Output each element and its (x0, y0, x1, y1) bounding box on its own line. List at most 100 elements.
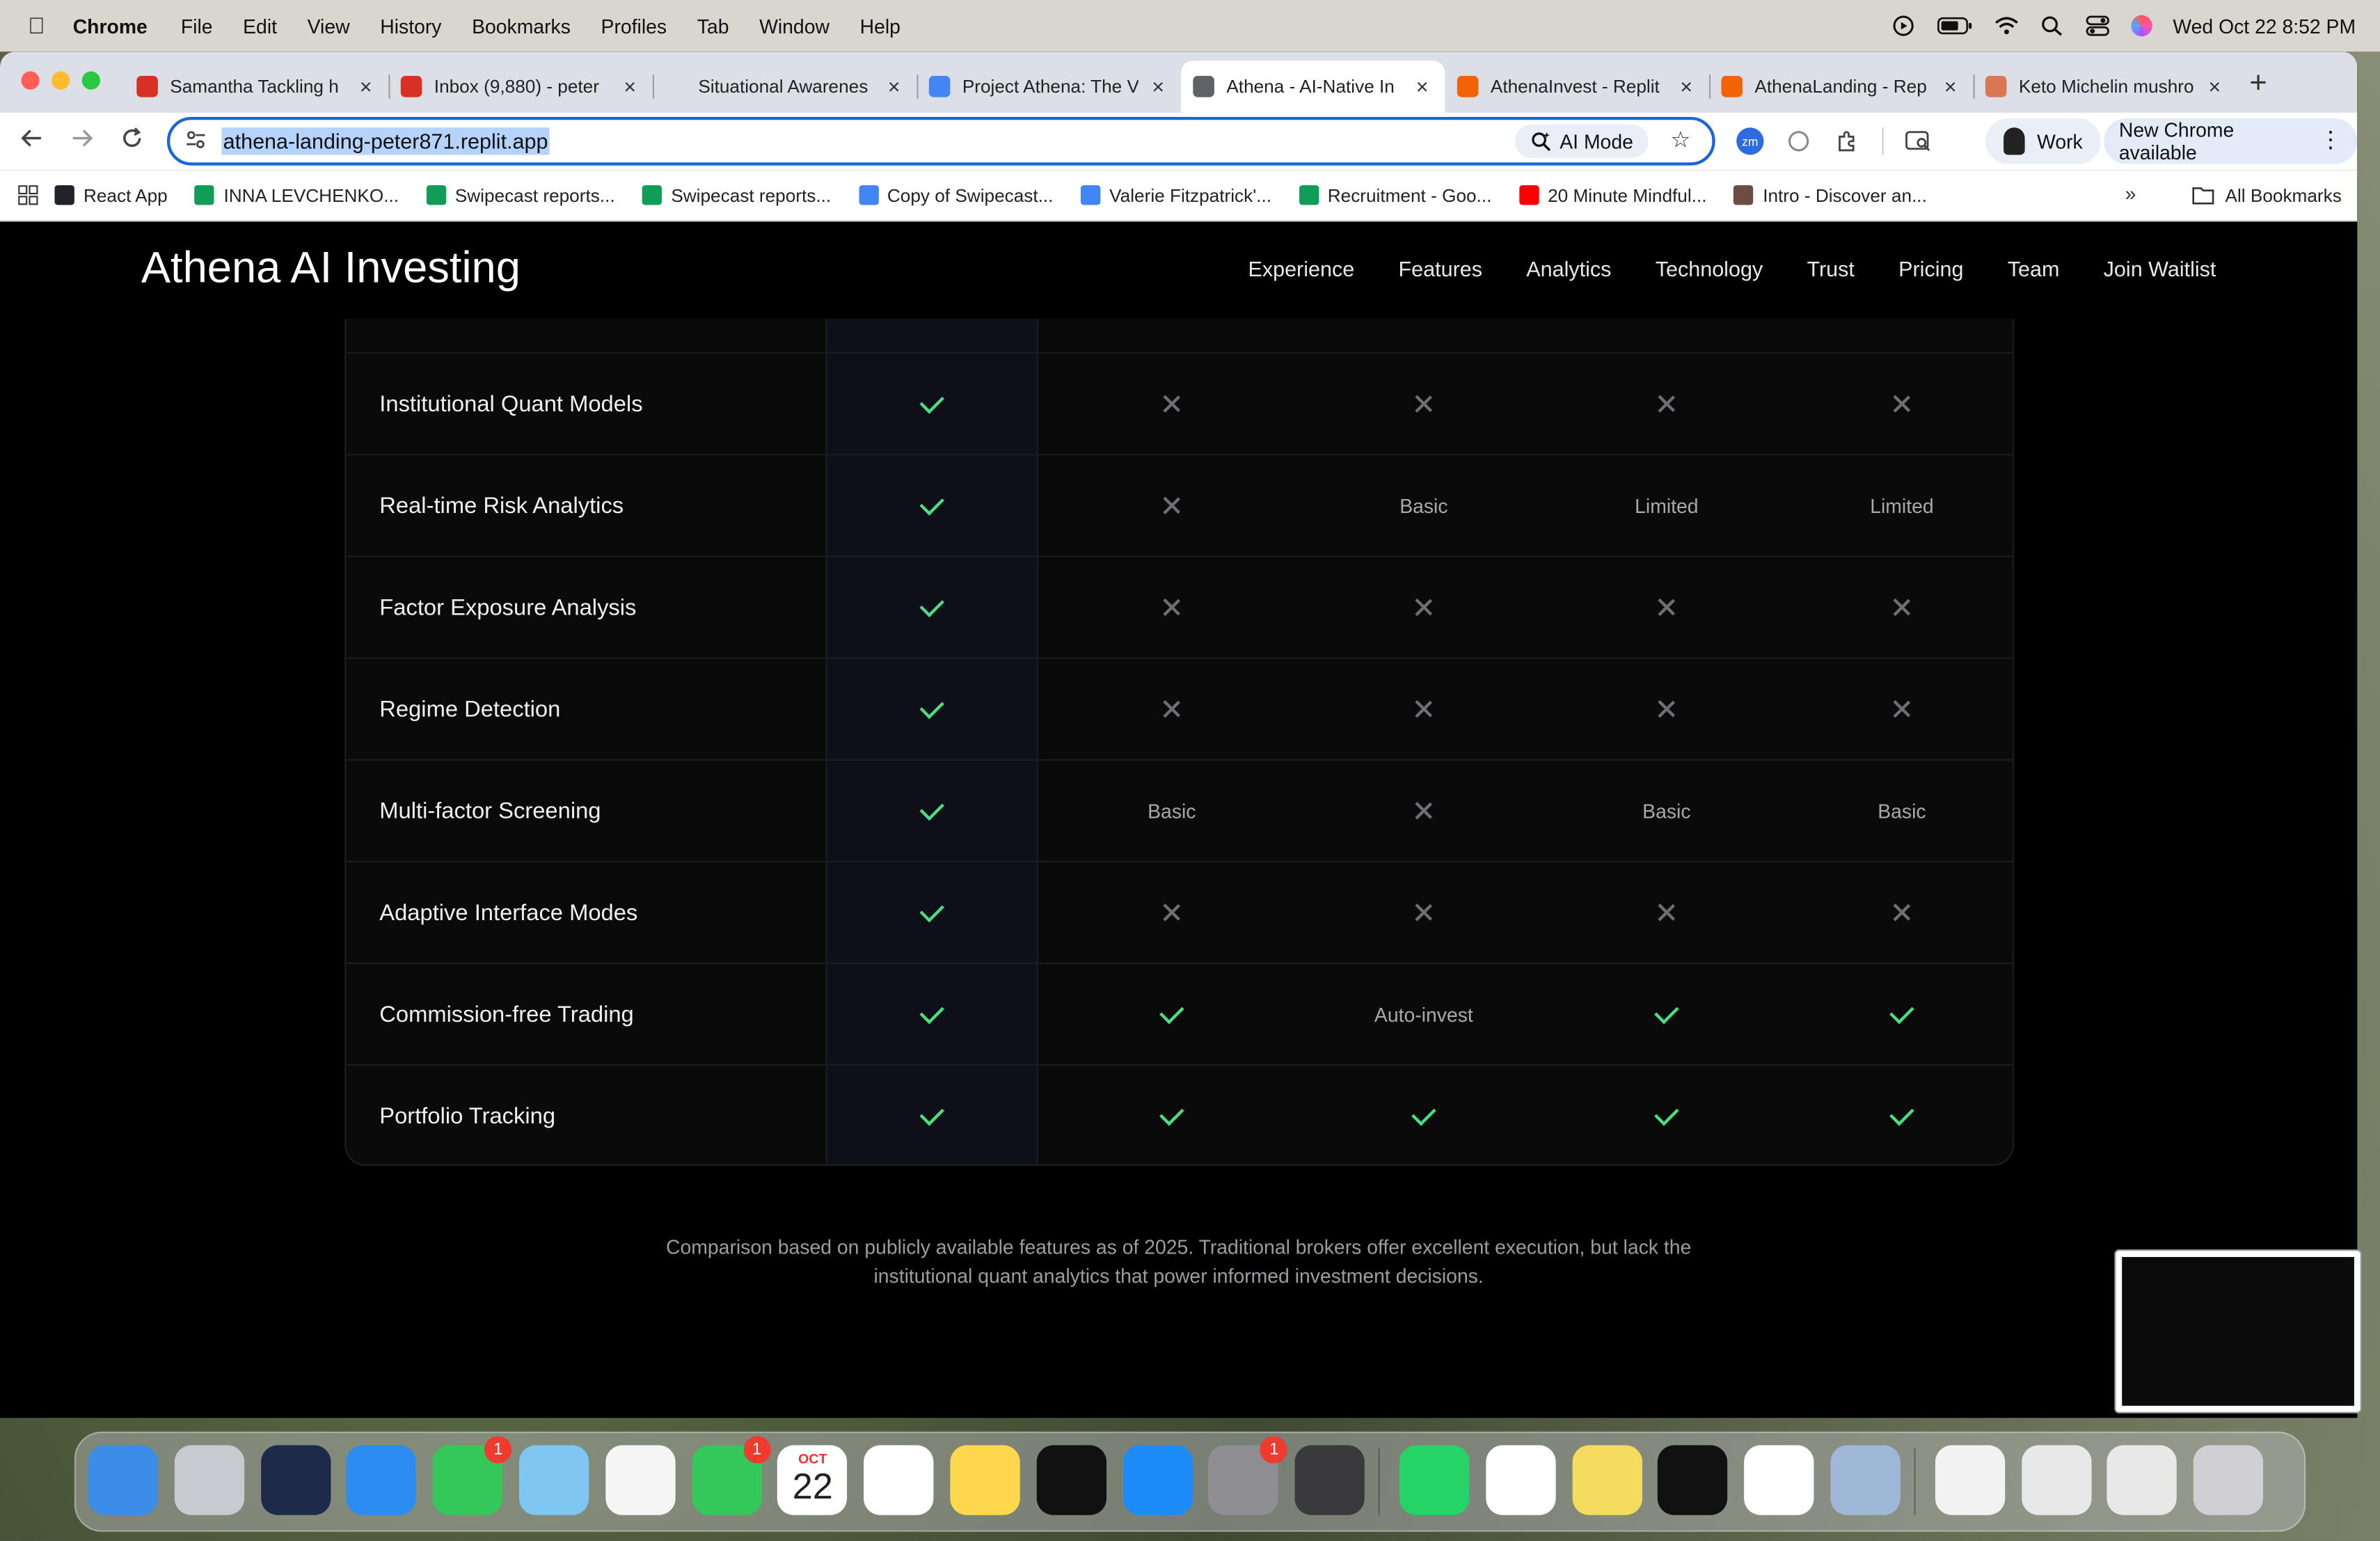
stickies-icon[interactable] (1571, 1445, 1642, 1515)
appletv-icon[interactable] (1036, 1445, 1106, 1515)
nav-experience[interactable]: Experience (1248, 257, 1354, 281)
chrome-update-button[interactable]: New Chrome available ⋮ (2104, 118, 2358, 164)
menu-help[interactable]: Help (860, 15, 901, 38)
calendar-icon[interactable]: OCT 22 (777, 1445, 848, 1515)
apple-menu-icon[interactable]:  (0, 13, 73, 39)
more-menu-icon[interactable]: ⋮ (2319, 129, 2342, 152)
tab-close-icon[interactable]: × (1148, 74, 1169, 99)
menu-history[interactable]: History (380, 15, 441, 38)
maps-icon[interactable] (518, 1445, 589, 1515)
nav-join-waitlist[interactable]: Join Waitlist (2104, 257, 2216, 281)
reload-button[interactable] (106, 127, 157, 155)
bookmark-item[interactable]: Recruitment - Goo... (1299, 184, 1491, 206)
menu-file[interactable]: File (181, 15, 213, 38)
browser-tab[interactable]: Project Athena: The V × (917, 61, 1181, 112)
messages-icon[interactable]: 1 (433, 1436, 512, 1515)
bookmark-item[interactable]: 20 Minute Mindful... (1518, 184, 1706, 206)
back-button[interactable] (6, 127, 56, 155)
launchpad-icon[interactable] (174, 1445, 244, 1515)
menu-clock[interactable]: Wed Oct 22 8:52 PM (2173, 15, 2356, 38)
menu-app-name[interactable]: Chrome (73, 15, 148, 38)
iphone-mirroring-icon[interactable] (1294, 1445, 1365, 1515)
photos-icon[interactable] (605, 1445, 676, 1515)
window-thumb-icon[interactable] (2107, 1445, 2177, 1515)
nav-analytics[interactable]: Analytics (1526, 257, 1611, 281)
wifi-icon[interactable] (1994, 15, 2018, 37)
nav-trust[interactable]: Trust (1807, 257, 1854, 281)
browser-tab[interactable]: Samantha Tackling h × (125, 61, 389, 112)
menu-bookmarks[interactable]: Bookmarks (472, 15, 571, 38)
menu-view[interactable]: View (308, 15, 350, 38)
tab-close-icon[interactable]: × (883, 74, 905, 99)
menu-profiles[interactable]: Profiles (601, 15, 667, 38)
menu-edit[interactable]: Edit (243, 15, 277, 38)
spotify-icon[interactable] (1658, 1445, 1728, 1515)
zoom-extension-icon[interactable]: zm (1736, 127, 1764, 155)
more-bookmarks-chevron-icon[interactable]: » (2125, 182, 2136, 205)
whatsapp-icon[interactable] (1399, 1445, 1470, 1515)
trash-icon[interactable] (2193, 1445, 2264, 1515)
minimize-window-button[interactable] (51, 71, 70, 90)
browser-tab[interactable]: AthenaLanding - Rep × (1708, 61, 1974, 112)
bookmark-item[interactable]: React App (54, 184, 168, 206)
tab-close-icon[interactable]: × (1411, 74, 1433, 99)
ai-mode-button[interactable]: AI Mode (1514, 124, 1649, 158)
browser-tab[interactable]: Athena - AI-Native In × (1180, 61, 1445, 113)
chrome-icon[interactable] (1744, 1445, 1814, 1515)
nav-features[interactable]: Features (1398, 257, 1482, 281)
preview-icon[interactable] (1830, 1445, 1901, 1515)
copilot-icon[interactable] (260, 1445, 331, 1515)
siri-icon[interactable] (2130, 15, 2152, 37)
zoom-window-button[interactable] (81, 71, 100, 90)
search-icon[interactable] (2039, 15, 2063, 37)
nav-technology[interactable]: Technology (1656, 257, 1763, 281)
play-icon[interactable] (1891, 15, 1915, 37)
close-window-button[interactable] (21, 71, 40, 90)
puzzle-extensions-icon[interactable] (1834, 127, 1861, 155)
tab-close-icon[interactable]: × (1939, 74, 1961, 99)
tab-search-icon[interactable] (1905, 127, 1932, 155)
bookmark-item[interactable]: Valerie Fitzpatrick'... (1080, 184, 1271, 206)
finder-icon[interactable] (88, 1445, 158, 1515)
tab-close-icon[interactable]: × (2204, 74, 2226, 99)
appstore-icon[interactable] (1122, 1445, 1193, 1515)
battery-icon[interactable] (1936, 15, 1972, 37)
reminders-icon[interactable] (864, 1445, 934, 1515)
control-center-icon[interactable] (2085, 15, 2109, 37)
safari-icon[interactable] (347, 1445, 417, 1515)
profile-button[interactable]: Work (1985, 118, 2101, 164)
all-bookmarks-button[interactable]: All Bookmarks (2192, 170, 2342, 221)
bookmark-item[interactable]: Copy of Swipecast... (858, 184, 1053, 206)
bookmark-item[interactable]: Swipecast reports... (426, 184, 615, 206)
facetime-icon[interactable]: 1 (691, 1436, 771, 1515)
slack-icon[interactable] (1485, 1445, 1556, 1515)
tab-close-icon[interactable]: × (1676, 74, 1697, 99)
forward-button[interactable] (56, 127, 106, 155)
apps-grid-icon[interactable] (0, 185, 55, 205)
site-logo[interactable]: Athena AI Investing (141, 244, 521, 294)
document-icon[interactable] (1935, 1445, 2005, 1515)
address-bar[interactable]: athena-landing-peter871.replit.app AI Mo… (166, 116, 1715, 166)
browser-tab[interactable]: Keto Michelin mushro × (1973, 61, 2237, 112)
new-tab-button[interactable]: + (2249, 67, 2267, 102)
tab-close-icon[interactable]: × (355, 74, 376, 99)
browser-tab[interactable]: Inbox (9,880) - peter × (388, 61, 653, 112)
settings-icon[interactable]: 1 (1209, 1436, 1288, 1515)
site-info-icon[interactable] (170, 128, 221, 154)
bookmark-item[interactable]: Swipecast reports... (642, 184, 831, 206)
screenshot-thumbnail[interactable] (2114, 1249, 2362, 1414)
extension-icon[interactable] (1785, 127, 1812, 155)
bookmark-star-icon[interactable]: ☆ (1670, 126, 1690, 153)
menu-window[interactable]: Window (759, 15, 830, 38)
bookmark-item[interactable]: INNA LEVCHENKO... (195, 184, 399, 206)
nav-pricing[interactable]: Pricing (1898, 257, 1963, 281)
window-thumb-icon[interactable] (2021, 1445, 2091, 1515)
nav-team[interactable]: Team (2008, 257, 2060, 281)
url-text[interactable]: athena-landing-peter871.replit.app (221, 127, 550, 155)
tab-close-icon[interactable]: × (619, 74, 641, 99)
notes-icon[interactable] (950, 1445, 1020, 1515)
menu-tab[interactable]: Tab (697, 15, 729, 38)
bookmark-item[interactable]: Intro - Discover an... (1734, 184, 1927, 206)
browser-tab[interactable]: AthenaInvest - Replit × (1445, 61, 1709, 112)
browser-tab[interactable]: Situational Awarenes × (652, 61, 917, 112)
